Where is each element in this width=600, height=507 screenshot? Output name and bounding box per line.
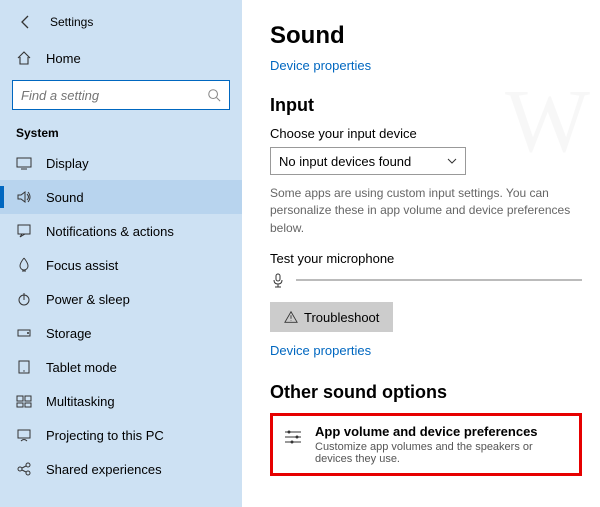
warning-icon [284,310,298,324]
input-heading: Input [270,95,582,116]
sidebar-item-label: Storage [46,326,92,341]
search-input-container[interactable] [12,80,230,110]
sliders-icon [283,427,303,447]
app-volume-preferences-card[interactable]: App volume and device preferences Custom… [270,413,582,476]
sound-icon [16,189,32,205]
sidebar-item-multitasking[interactable]: Multitasking [0,384,242,418]
page-title: Sound [270,22,582,50]
sidebar-item-label: Shared experiences [46,462,162,477]
input-device-dropdown[interactable]: No input devices found [270,147,466,175]
focus-assist-icon [16,257,32,273]
search-input[interactable] [21,88,207,103]
storage-icon [16,325,32,341]
test-mic-label: Test your microphone [270,251,582,266]
home-icon [16,50,32,66]
troubleshoot-button[interactable]: Troubleshoot [270,302,393,332]
other-sound-heading: Other sound options [270,382,582,403]
sidebar-item-label: Notifications & actions [46,224,174,239]
input-help-text: Some apps are using custom input setting… [270,185,582,237]
sidebar-item-focus-assist[interactable]: Focus assist [0,248,242,282]
sidebar-item-label: Tablet mode [46,360,117,375]
sidebar-item-storage[interactable]: Storage [0,316,242,350]
device-properties-link[interactable]: Device properties [270,58,582,73]
sidebar-item-home[interactable]: Home [0,42,242,74]
back-button[interactable] [16,12,36,32]
choose-input-label: Choose your input device [270,126,582,141]
sidebar-item-label: Display [46,156,89,171]
shared-icon [16,461,32,477]
card-subtitle: Customize app volumes and the speakers o… [315,441,569,465]
notifications-icon [16,223,32,239]
sidebar-item-shared[interactable]: Shared experiences [0,452,242,486]
device-properties-link-2[interactable]: Device properties [270,343,371,358]
sidebar-item-projecting[interactable]: Projecting to this PC [0,418,242,452]
microphone-icon [270,272,286,288]
chevron-down-icon [447,156,457,166]
home-label: Home [46,51,81,66]
section-label: System [0,120,242,146]
tablet-icon [16,359,32,375]
projecting-icon [16,427,32,443]
card-title: App volume and device preferences [315,424,569,439]
sidebar-item-label: Multitasking [46,394,115,409]
sidebar-item-label: Focus assist [46,258,118,273]
power-icon [16,291,32,307]
sidebar-item-sound[interactable]: Sound [0,180,242,214]
sidebar-item-tablet[interactable]: Tablet mode [0,350,242,384]
sidebar-item-label: Sound [46,190,84,205]
display-icon [16,155,32,171]
multitasking-icon [16,393,32,409]
sidebar-item-label: Projecting to this PC [46,428,164,443]
sidebar-item-label: Power & sleep [46,292,130,307]
sidebar-item-display[interactable]: Display [0,146,242,180]
mic-level-bar [296,279,582,281]
dropdown-selected: No input devices found [279,154,411,169]
sidebar-item-power[interactable]: Power & sleep [0,282,242,316]
sidebar-item-notifications[interactable]: Notifications & actions [0,214,242,248]
app-title: Settings [50,15,93,29]
watermark: W [505,70,590,173]
search-icon [207,88,221,102]
troubleshoot-label: Troubleshoot [304,310,379,325]
